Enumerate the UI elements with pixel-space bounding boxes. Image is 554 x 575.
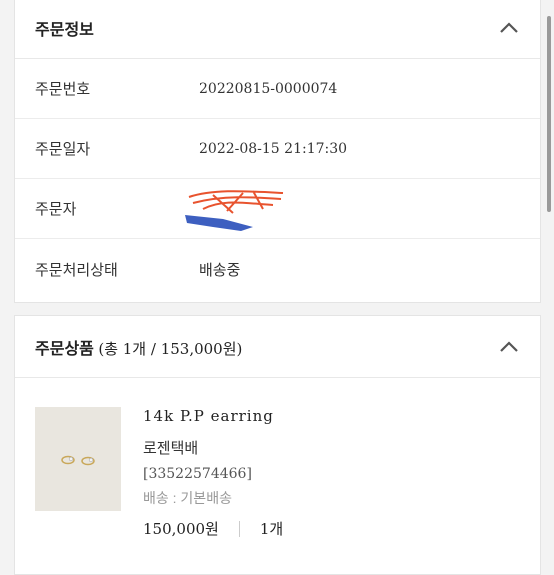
order-products-panel: 주문상품 (총 1개 / 153,000원) 14k P.P earring 로… [14,315,541,575]
order-number-label: 주문번호 [35,81,91,98]
order-products-title-text: 주문상품 [35,340,94,358]
order-number-value: 20220815-0000074 [199,80,338,97]
order-status-value: 배송중 [199,261,241,279]
product-courier: 로젠택배 [143,440,199,457]
product-price: 150,000원 [143,520,219,538]
order-products-summary: (총 1개 / 153,000원) [98,339,243,358]
order-info-header[interactable]: 주문정보 [15,0,540,59]
order-date-label: 주문일자 [35,141,91,158]
order-status-label: 주문처리상태 [35,261,118,279]
scrollbar[interactable] [547,16,551,212]
orderer-label: 주문자 [35,201,77,218]
order-number-row: 주문번호 20220815-0000074 [15,59,540,119]
redaction-scribble [185,190,284,231]
order-info-title: 주문정보 [35,21,94,39]
divider [238,520,240,537]
product-thumbnail[interactable] [35,407,121,511]
product-quantity: 1개 [259,520,284,538]
order-date-value: 2022-08-15 21:17:30 [199,140,348,157]
order-status-row: 주문처리상태 배송중 [15,239,540,299]
chevron-up-icon[interactable] [498,17,520,39]
order-info-panel: 주문정보 주문번호 20220815-0000074 주문일자 2022-08-… [14,0,541,303]
product-info: 14k P.P earring 로젠택배 [33522574466] 배송 : … [143,407,283,539]
shipping-method: 배송 : 기본배송 [143,490,232,506]
product-name[interactable]: 14k P.P earring [143,407,283,425]
order-date-row: 주문일자 2022-08-15 21:17:30 [15,119,540,179]
order-products-header[interactable]: 주문상품 (총 1개 / 153,000원) [15,316,540,378]
earring-image [35,407,121,511]
order-products-title: 주문상품 (총 1개 / 153,000원) [35,335,242,359]
orderer-row: 주문자 [15,179,540,239]
chevron-up-icon[interactable] [498,336,520,358]
product-item: 14k P.P earring 로젠택배 [33522574466] 배송 : … [15,378,540,558]
tracking-number[interactable]: [33522574466] [143,466,283,482]
price-quantity: 150,000원 1개 [143,518,283,539]
